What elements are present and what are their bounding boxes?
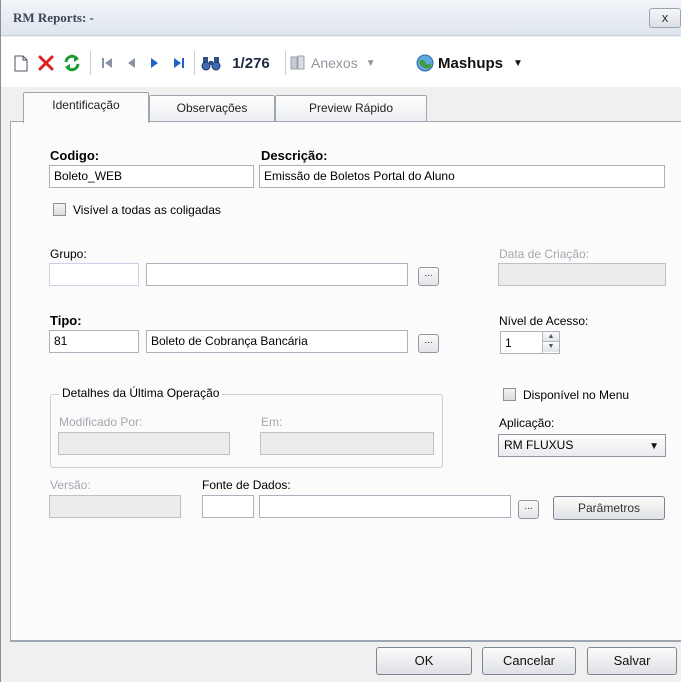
identification-panel	[10, 121, 681, 641]
record-position: 1/276	[232, 54, 270, 72]
mashups-globe-icon	[416, 54, 434, 72]
mashups-label: Mashups	[438, 54, 504, 72]
tab-preview-rapido[interactable]: Preview Rápido	[275, 95, 427, 122]
descricao-input[interactable]: Emissão de Boletos Portal do Aluno	[259, 165, 665, 188]
next-record-icon	[151, 58, 158, 68]
delete-icon	[38, 55, 54, 71]
modificado-por-label: Modificado Por:	[59, 415, 143, 429]
grupo-label: Grupo:	[50, 247, 87, 261]
chevron-down-icon: ▼	[365, 57, 376, 69]
toolbar-separator	[90, 51, 91, 75]
em-input	[260, 432, 434, 455]
last-operation-groupbox	[50, 394, 443, 468]
versao-input	[49, 495, 181, 518]
toolbar-separator	[194, 51, 195, 75]
visivel-coligadas-checkbox[interactable]	[53, 203, 66, 216]
nivel-acesso-spinner[interactable]: 1 ▲ ▼	[500, 331, 560, 354]
mashups-dropdown[interactable]: Mashups ▼	[416, 51, 546, 75]
fonte-dados-label: Fonte de Dados:	[202, 478, 291, 492]
spinner-down-icon[interactable]: ▼	[543, 342, 559, 352]
data-criacao-label: Data de Criação:	[499, 247, 590, 261]
rm-reports-window: RM Reports: - x 1/276 Anexos ▼ Mashups ▼…	[0, 0, 681, 682]
last-record-button[interactable]	[169, 51, 189, 75]
new-record-button[interactable]	[11, 51, 31, 75]
fonte-dados-description-input[interactable]	[259, 495, 511, 518]
cancel-button[interactable]: Cancelar	[482, 647, 576, 675]
close-button[interactable]: x	[649, 8, 681, 28]
tab-identificacao[interactable]: Identificação	[23, 92, 149, 123]
grupo-code-input[interactable]	[49, 263, 139, 286]
toolbar: 1/276 Anexos ▼ Mashups ▼	[1, 37, 681, 87]
window-title: RM Reports: -	[13, 10, 94, 25]
tipo-description-input[interactable]: Boleto de Cobrança Bancária	[146, 330, 408, 353]
versao-label: Versão:	[50, 478, 91, 492]
fonte-dados-lookup-button[interactable]: ...	[518, 500, 539, 519]
tipo-label: Tipo:	[50, 313, 82, 328]
codigo-input[interactable]: Boleto_WEB	[49, 165, 254, 188]
disponivel-menu-checkbox[interactable]	[503, 388, 516, 401]
refresh-icon	[64, 54, 80, 72]
next-record-button[interactable]	[145, 51, 165, 75]
aplicacao-label: Aplicação:	[499, 416, 555, 430]
modificado-por-input	[58, 432, 230, 455]
attachment-icon	[290, 55, 305, 70]
descricao-label: Descrição:	[261, 148, 328, 163]
toolbar-separator	[285, 51, 286, 75]
chevron-down-icon: ▼	[513, 57, 523, 69]
tab-observacoes[interactable]: Observações	[149, 95, 275, 122]
new-document-icon	[14, 55, 28, 71]
attachments-dropdown[interactable]: Anexos ▼	[289, 51, 407, 75]
ok-button[interactable]: OK	[376, 647, 472, 675]
tipo-code-input[interactable]: 81	[49, 330, 139, 353]
spinner-up-icon[interactable]: ▲	[543, 332, 559, 342]
codigo-label: Codigo:	[50, 148, 100, 163]
first-record-icon	[102, 58, 112, 68]
title-bar: RM Reports: - x	[1, 0, 681, 36]
first-record-button[interactable]	[97, 51, 117, 75]
tipo-lookup-button[interactable]: ...	[418, 334, 439, 353]
previous-record-button[interactable]	[121, 51, 141, 75]
attachments-label: Anexos	[311, 55, 358, 71]
visivel-coligadas-label: Visível a todas as coligadas	[73, 203, 221, 217]
grupo-description-input[interactable]	[146, 263, 408, 286]
nivel-acesso-value: 1	[505, 336, 512, 350]
em-label: Em:	[261, 415, 283, 429]
delete-record-button[interactable]	[35, 51, 57, 75]
refresh-button[interactable]	[61, 51, 83, 75]
aplicacao-select[interactable]: RM FLUXUS ▼	[498, 434, 666, 457]
fonte-dados-code-input[interactable]	[202, 495, 254, 518]
data-criacao-input	[498, 263, 666, 286]
aplicacao-selected-value: RM FLUXUS	[504, 438, 574, 452]
last-operation-title: Detalhes da Última Operação	[59, 386, 223, 400]
nivel-acesso-label: Nível de Acesso:	[499, 314, 589, 328]
chevron-down-icon: ▼	[649, 441, 659, 452]
last-record-icon	[174, 58, 184, 68]
parametros-button[interactable]: Parâmetros	[553, 496, 665, 520]
disponivel-menu-label: Disponível no Menu	[523, 388, 630, 402]
search-button[interactable]	[199, 51, 223, 75]
save-button[interactable]: Salvar	[587, 647, 677, 675]
footer-divider	[10, 641, 681, 642]
spinner-buttons: ▲ ▼	[542, 332, 559, 353]
grupo-lookup-button[interactable]: ...	[418, 267, 439, 286]
tab-strip: Identificação Observações Preview Rápido	[1, 92, 681, 123]
binoculars-icon	[201, 57, 221, 71]
previous-record-icon	[128, 58, 135, 68]
